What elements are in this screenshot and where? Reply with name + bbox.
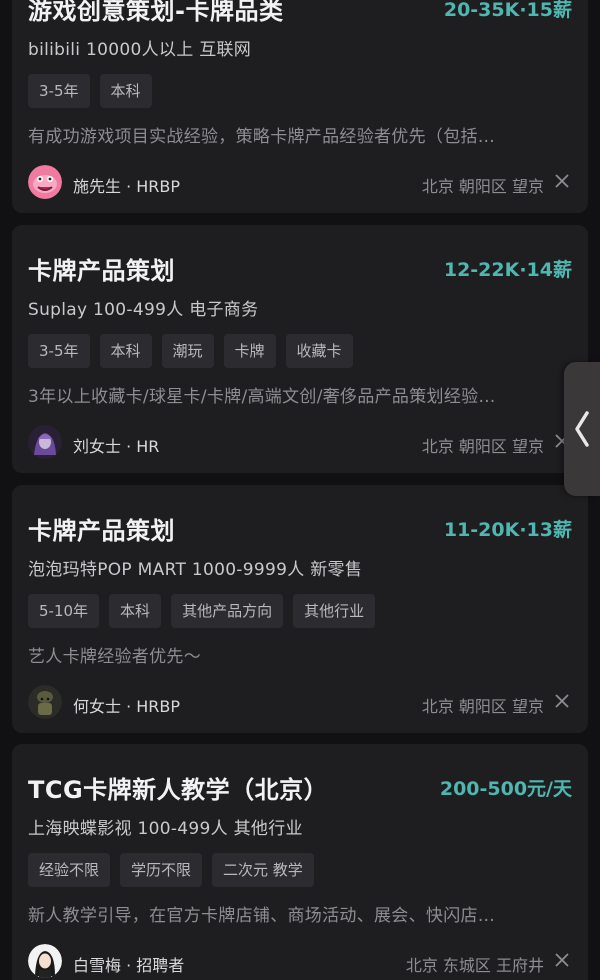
tag-list: 5-10年 本科 其他产品方向 其他行业 bbox=[28, 594, 572, 628]
tag: 卡牌 bbox=[223, 334, 276, 368]
tag: 学历不限 bbox=[120, 853, 203, 887]
tag: 本科 bbox=[99, 334, 152, 368]
job-card[interactable]: 卡牌产品策划 11-20K·13薪 泡泡玛特POP MART 1000-9999… bbox=[12, 485, 588, 733]
chevron-left-icon bbox=[575, 411, 589, 447]
recruiter-row: 白雪梅 · 招聘者 北京 东城区 王府井 bbox=[28, 942, 572, 980]
avatar[interactable] bbox=[28, 685, 62, 719]
job-card[interactable]: 卡牌产品策划 12-22K·14薪 Suplay 100-499人 电子商务 3… bbox=[12, 225, 588, 473]
job-card[interactable]: TCG卡牌新人教学（北京） 200-500元/天 上海映蝶影视 100-499人… bbox=[12, 744, 588, 980]
job-salary: 12-22K·14薪 bbox=[443, 259, 572, 281]
job-description: 有成功游戏项目实战经验，策略卡牌产品经验者优先（包括… bbox=[28, 127, 496, 147]
job-description: 新人教学引导，在官方卡牌店铺、商场活动、展会、快闪店… bbox=[28, 906, 496, 926]
recruiter-name: 施先生 · HRBP bbox=[73, 177, 181, 196]
tag: 经验不限 bbox=[28, 853, 111, 887]
job-card-header: 卡牌产品策划 12-22K·14薪 bbox=[28, 225, 572, 287]
job-title: 卡牌产品策划 bbox=[28, 517, 175, 545]
close-icon[interactable] bbox=[552, 171, 572, 191]
job-title: TCG卡牌新人教学（北京） bbox=[28, 776, 329, 804]
job-card-header: TCG卡牌新人教学（北京） 200-500元/天 bbox=[28, 744, 572, 806]
side-panel-handle[interactable] bbox=[564, 362, 600, 496]
recruiter-name: 白雪梅 · 招聘者 bbox=[73, 956, 185, 975]
tag: 5-10年 bbox=[28, 594, 100, 628]
job-location: 北京 朝阳区 望京 bbox=[421, 437, 544, 456]
job-description: 艺人卡牌经验者优先～ bbox=[28, 647, 201, 667]
tag: 二次元 教学 bbox=[212, 853, 314, 887]
tag: 其他产品方向 bbox=[171, 594, 284, 628]
close-icon[interactable] bbox=[552, 950, 572, 970]
company-info: 上海映蝶影视 100-499人 其他行业 bbox=[28, 819, 303, 839]
company-info: bilibili 10000人以上 互联网 bbox=[28, 40, 252, 60]
job-salary: 11-20K·13薪 bbox=[443, 519, 572, 541]
job-title: 游戏创意策划-卡牌品类 bbox=[28, 0, 284, 25]
tag-list: 3-5年 本科 潮玩 卡牌 收藏卡 bbox=[28, 334, 572, 368]
avatar[interactable] bbox=[28, 165, 62, 199]
job-salary: 20-35K·15薪 bbox=[443, 0, 572, 21]
close-icon[interactable] bbox=[552, 691, 572, 711]
tag: 本科 bbox=[99, 74, 152, 108]
job-description: 3年以上收藏卡/球星卡/卡牌/高端文创/奢侈品产品策划经验… bbox=[28, 387, 496, 407]
job-salary: 200-500元/天 bbox=[439, 778, 572, 800]
recruiter-name: 何女士 · HRBP bbox=[73, 697, 181, 716]
recruiter-name: 刘女士 · HR bbox=[73, 437, 160, 456]
tag: 潮玩 bbox=[161, 334, 214, 368]
job-feed: 游戏创意策划-卡牌品类 20-35K·15薪 bilibili 10000人以上… bbox=[0, 0, 600, 980]
job-card-header: 游戏创意策划-卡牌品类 20-35K·15薪 bbox=[28, 0, 572, 27]
job-title: 卡牌产品策划 bbox=[28, 257, 175, 285]
recruiter-row: 何女士 · HRBP 北京 朝阳区 望京 bbox=[28, 683, 572, 723]
job-card[interactable]: 游戏创意策划-卡牌品类 20-35K·15薪 bilibili 10000人以上… bbox=[12, 0, 588, 213]
tag: 收藏卡 bbox=[285, 334, 353, 368]
tag-list: 经验不限 学历不限 二次元 教学 bbox=[28, 853, 572, 887]
tag: 3-5年 bbox=[28, 74, 90, 108]
recruiter-row: 刘女士 · HR 北京 朝阳区 望京 bbox=[28, 423, 572, 463]
company-info: Suplay 100-499人 电子商务 bbox=[28, 300, 259, 320]
company-info: 泡泡玛特POP MART 1000-9999人 新零售 bbox=[28, 560, 363, 580]
tag: 本科 bbox=[109, 594, 162, 628]
job-location: 北京 朝阳区 望京 bbox=[421, 697, 544, 716]
job-location: 北京 东城区 王府井 bbox=[405, 956, 544, 975]
tag-list: 3-5年 本科 bbox=[28, 74, 572, 108]
tag: 3-5年 bbox=[28, 334, 90, 368]
avatar[interactable] bbox=[28, 944, 62, 978]
recruiter-row: 施先生 · HRBP 北京 朝阳区 望京 bbox=[28, 163, 572, 203]
avatar[interactable] bbox=[28, 425, 62, 459]
tag: 其他行业 bbox=[293, 594, 376, 628]
job-card-header: 卡牌产品策划 11-20K·13薪 bbox=[28, 485, 572, 547]
job-location: 北京 朝阳区 望京 bbox=[421, 177, 544, 196]
